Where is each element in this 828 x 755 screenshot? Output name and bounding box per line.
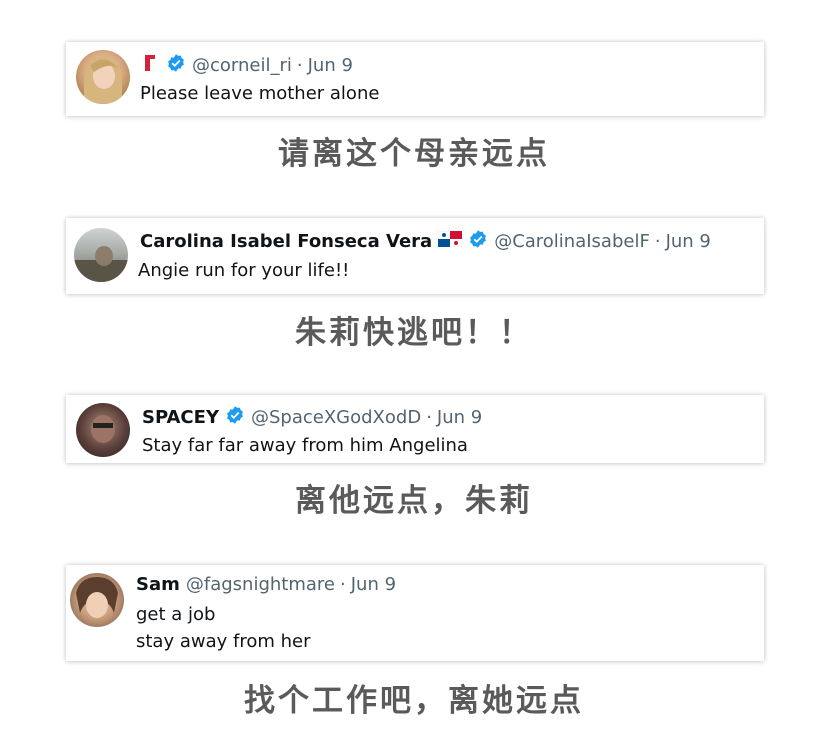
tweet-card-3[interactable]: SPACEY @SpaceXGodXodD · Jun 9 Stay far f…	[66, 395, 764, 463]
tweet-text: get a job stay away from her	[136, 601, 311, 655]
verified-badge-icon	[166, 53, 186, 79]
red-boot-icon	[142, 53, 160, 79]
avatar-image-icon	[74, 246, 128, 282]
user-handle[interactable]: @SpaceXGodXodD	[251, 407, 421, 429]
avatar[interactable]	[70, 573, 124, 627]
translation-caption: 离他远点，朱莉	[295, 483, 533, 519]
separator-dot: ·	[340, 574, 346, 595]
tweet-date[interactable]: Jun 9	[437, 407, 482, 429]
tweet-text: Stay far far away from him Angelina	[142, 432, 468, 459]
display-name[interactable]: Carolina Isabel Fonseca Vera	[140, 231, 432, 253]
tweet-header: Sam @fagsnightmare · Jun 9	[136, 574, 396, 596]
tweet-header: Carolina Isabel Fonseca Vera @CarolinaIs…	[140, 229, 711, 255]
tweet-date[interactable]: Jun 9	[351, 574, 396, 596]
tweet-text-line: Stay far far away from him Angelina	[142, 435, 468, 456]
user-handle[interactable]: @corneil_ri	[192, 55, 292, 77]
avatar-image-icon	[84, 56, 122, 104]
tweet-card-4[interactable]: Sam @fagsnightmare · Jun 9 get a job sta…	[66, 565, 764, 661]
panama-flag-icon	[437, 230, 463, 253]
tweet-text: Please leave mother alone	[140, 80, 379, 107]
display-name[interactable]: Sam	[136, 574, 180, 596]
user-handle[interactable]: @CarolinaIsabelF	[494, 231, 650, 253]
tweet-text: Angie run for your life!!	[138, 257, 349, 284]
verified-badge-icon	[468, 229, 488, 255]
display-name[interactable]: SPACEY	[142, 407, 219, 429]
tweet-header: SPACEY @SpaceXGodXodD · Jun 9	[142, 405, 482, 431]
avatar[interactable]	[76, 50, 130, 104]
separator-dot: ·	[426, 407, 432, 428]
avatar[interactable]	[76, 403, 130, 457]
translation-caption: 请离这个母亲远点	[278, 136, 550, 172]
avatar-image-icon	[76, 577, 118, 618]
tweet-card-2[interactable]: Carolina Isabel Fonseca Vera @CarolinaIs…	[66, 218, 764, 294]
user-handle[interactable]: @fagsnightmare	[186, 574, 335, 596]
avatar[interactable]	[74, 228, 128, 282]
tweet-header: @corneil_ri · Jun 9	[142, 53, 353, 79]
tweet-date[interactable]: Jun 9	[308, 55, 353, 77]
translation-caption: 找个工作吧，离她远点	[244, 683, 584, 719]
tweet-text-line: stay away from her	[136, 631, 311, 652]
tweet-text-line: Please leave mother alone	[140, 83, 380, 104]
verified-badge-icon	[225, 405, 245, 431]
translation-caption: 朱莉快逃吧！！	[295, 315, 533, 351]
avatar-image-icon	[91, 415, 115, 443]
separator-dot: ·	[296, 55, 303, 76]
separator-dot: ·	[654, 231, 661, 252]
tweet-text-line: Angie run for your life!!	[138, 260, 350, 281]
tweet-date[interactable]: Jun 9	[666, 231, 711, 253]
tweet-card-1[interactable]: @corneil_ri · Jun 9 Please leave mother …	[66, 42, 764, 116]
tweet-text-line: get a job	[136, 604, 216, 625]
